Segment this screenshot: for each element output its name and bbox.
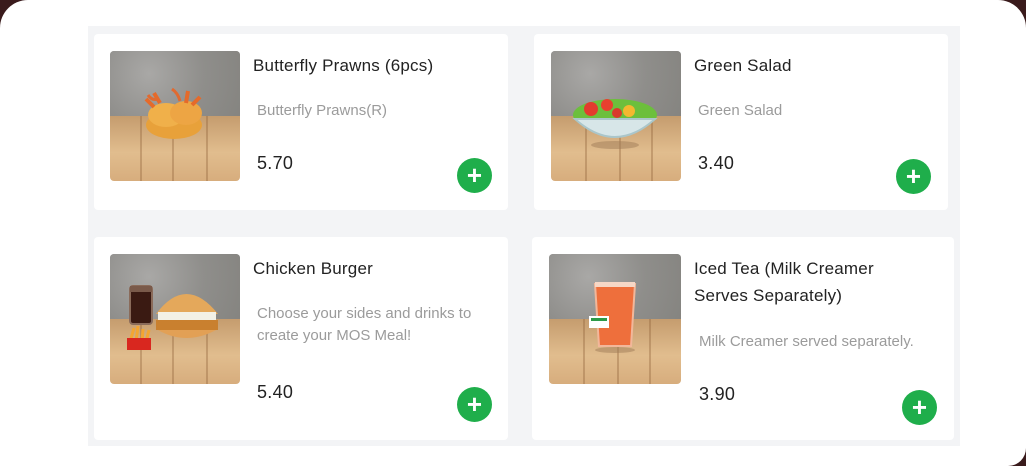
menu-item-card[interactable]: Chicken Burger Choose your sides and dri… <box>94 237 508 440</box>
add-to-cart-button[interactable]: + <box>457 158 492 193</box>
item-description: Green Salad <box>698 102 783 119</box>
item-image <box>551 51 681 181</box>
add-to-cart-button[interactable]: + <box>457 387 492 422</box>
plus-icon: + <box>905 160 922 191</box>
item-name: Green Salad <box>694 56 792 75</box>
item-price: 3.40 <box>698 153 735 173</box>
salad-food <box>572 99 658 149</box>
menu-grid: Butterfly Prawns (6pcs) Butterfly Prawns… <box>88 26 960 446</box>
item-description: Choose your sides and drinks to create y… <box>257 305 472 344</box>
item-image <box>110 51 240 181</box>
plus-icon: + <box>911 391 928 422</box>
app-frame: Butterfly Prawns (6pcs) Butterfly Prawns… <box>0 0 1026 466</box>
iced-tea-food <box>589 282 637 353</box>
menu-item-card[interactable]: Butterfly Prawns (6pcs) Butterfly Prawns… <box>94 34 508 210</box>
burger-meal-food <box>127 285 218 350</box>
item-image <box>110 254 240 384</box>
menu-item-card[interactable]: Iced Tea (Milk Creamer Serves Separately… <box>532 237 954 440</box>
item-name: Chicken Burger <box>253 259 373 278</box>
item-price: 5.70 <box>257 153 294 173</box>
item-description: Butterfly Prawns(R) <box>257 102 388 119</box>
menu-item-card[interactable]: Green Salad Green Salad 3.40 + <box>534 34 948 210</box>
add-to-cart-button[interactable]: + <box>896 159 931 194</box>
item-name: Butterfly Prawns (6pcs) <box>253 56 434 75</box>
plus-icon: + <box>466 388 483 419</box>
item-description: Milk Creamer served separately. <box>699 333 914 350</box>
item-name: Iced Tea (Milk Creamer Serves Separately… <box>694 259 874 305</box>
item-price: 3.90 <box>699 384 736 404</box>
plus-icon: + <box>466 159 483 190</box>
add-to-cart-button[interactable]: + <box>902 390 937 425</box>
prawns-food <box>144 87 202 139</box>
item-image <box>549 254 681 384</box>
item-price: 5.40 <box>257 382 294 402</box>
